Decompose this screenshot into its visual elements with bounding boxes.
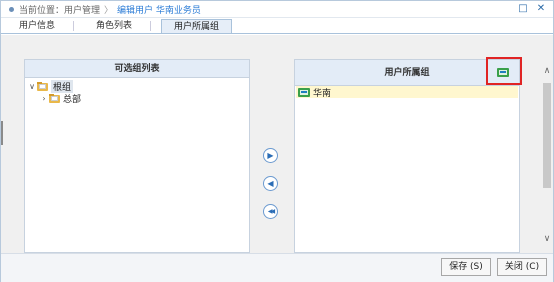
remove-all-groups-button[interactable]: ◀◀ (263, 204, 278, 219)
scroll-up-icon[interactable]: ∧ (541, 65, 553, 77)
tab-user-groups[interactable]: 用户所属组 (161, 19, 233, 33)
tab-divider (73, 21, 75, 31)
breadcrumb-separator: 〉 (104, 5, 114, 16)
group-icon (298, 87, 310, 97)
footer-bar: 保存 (S) 关闭 (C) (1, 253, 553, 282)
highlight-annotation-box (486, 57, 522, 85)
breadcrumb-user-management[interactable]: 用户管理 (64, 3, 100, 16)
location-dot-icon (9, 6, 14, 12)
collapse-chevron-icon[interactable]: ∨ (27, 82, 37, 91)
scroll-thumb[interactable] (543, 83, 551, 188)
tab-user-info[interactable]: 用户信息 (7, 19, 67, 33)
current-position-label: 当前位置： (19, 5, 65, 16)
tab-role-list[interactable]: 角色列表 (84, 19, 144, 33)
available-groups-panel: 可选组列表 ∨ 根组 › 总部 (24, 59, 250, 253)
double-left-icon: ◀◀ (267, 208, 275, 215)
list-item[interactable]: 华南 (296, 86, 518, 99)
add-group-button[interactable]: ▶ (263, 148, 278, 163)
play-right-icon: ▶ (267, 151, 274, 160)
group-tree: ∨ 根组 › 总部 (25, 78, 249, 105)
save-button[interactable]: 保存 (S) (441, 258, 491, 276)
folder-icon (37, 81, 48, 91)
tree-node-root[interactable]: ∨ 根组 (27, 79, 249, 93)
play-left-icon: ◀ (267, 179, 274, 188)
scroll-down-icon[interactable]: ∨ (541, 233, 553, 245)
breadcrumb-edit-user: 编辑用户 华南业务员 (117, 5, 201, 16)
close-window-icon[interactable]: ✕ (534, 2, 548, 16)
available-groups-title: 可选组列表 (25, 60, 249, 78)
tree-node-label[interactable]: 总部 (63, 92, 81, 105)
remove-group-button[interactable]: ◀ (263, 176, 278, 191)
expand-chevron-icon[interactable]: › (39, 94, 49, 103)
close-button[interactable]: 关闭 (C) (497, 258, 547, 276)
tab-divider (150, 21, 152, 31)
user-groups-panel: 用户所属组 华南 (294, 59, 520, 253)
content-area: 可选组列表 ∨ 根组 › 总部 ▶ ◀ ◀◀ 用户所属组 华南 (1, 35, 541, 253)
tab-bar: 用户信息 角色列表 用户所属组 (1, 18, 553, 34)
list-item-label: 华南 (313, 88, 332, 99)
restore-window-icon[interactable]: □ (516, 2, 530, 16)
edit-user-window: 当前位置： 用户管理 〉 编辑用户 华南业务员 □ ✕ 用户信息 角色列表 用户… (0, 0, 554, 282)
vertical-scrollbar[interactable]: ∧ ∨ (541, 35, 553, 253)
resize-handle[interactable] (1, 121, 3, 145)
breadcrumb-bar: 当前位置： 用户管理 〉 编辑用户 华南业务员 □ ✕ (1, 1, 553, 18)
tree-node-headquarters[interactable]: › 总部 (27, 92, 249, 105)
folder-icon (49, 93, 60, 103)
